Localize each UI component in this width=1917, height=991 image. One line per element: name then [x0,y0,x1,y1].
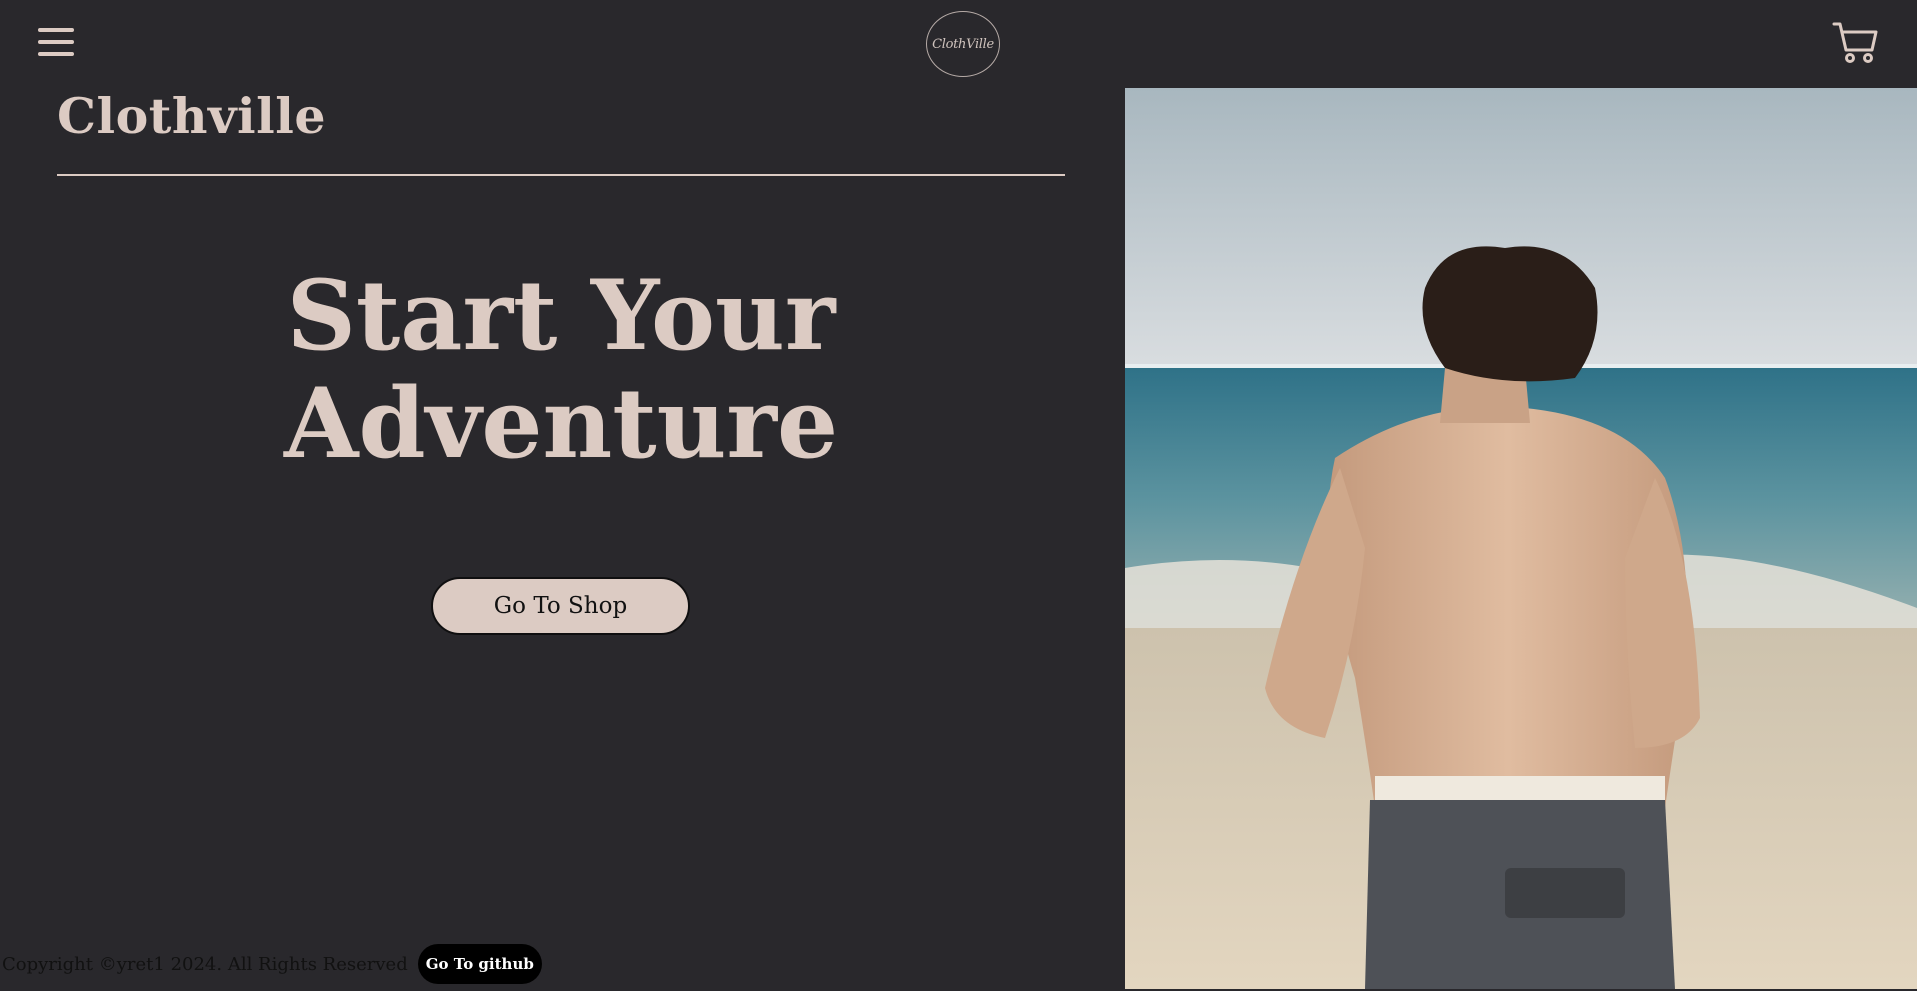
footer: Copyright ©yret1 2024. All Rights Reserv… [0,944,542,984]
hero-beach-image [1125,88,1917,989]
menu-line [38,28,74,32]
brand-title: Clothville [57,87,327,145]
brand-divider [57,174,1065,176]
site-logo[interactable]: ClothVille [926,11,1000,77]
copyright-text: Copyright ©yret1 2024. All Rights Reserv… [2,953,408,975]
top-navigation: ClothVille [0,0,1917,88]
menu-line [38,40,74,44]
hamburger-menu-icon[interactable] [34,24,78,62]
hero-title-line-2: Adventure [283,367,839,480]
page: ClothVille Clothville Start Your Adventu… [0,0,1917,991]
hero-title-line-1: Start Your [286,259,836,372]
shopping-cart-icon[interactable] [1830,20,1880,66]
menu-line [38,52,74,56]
go-to-github-button[interactable]: Go To github [417,944,542,984]
go-to-shop-button[interactable]: Go To Shop [431,577,690,635]
logo-text: ClothVille [932,36,994,52]
beach-photo [1125,88,1917,989]
hero-title: Start Your Adventure [0,262,1122,478]
